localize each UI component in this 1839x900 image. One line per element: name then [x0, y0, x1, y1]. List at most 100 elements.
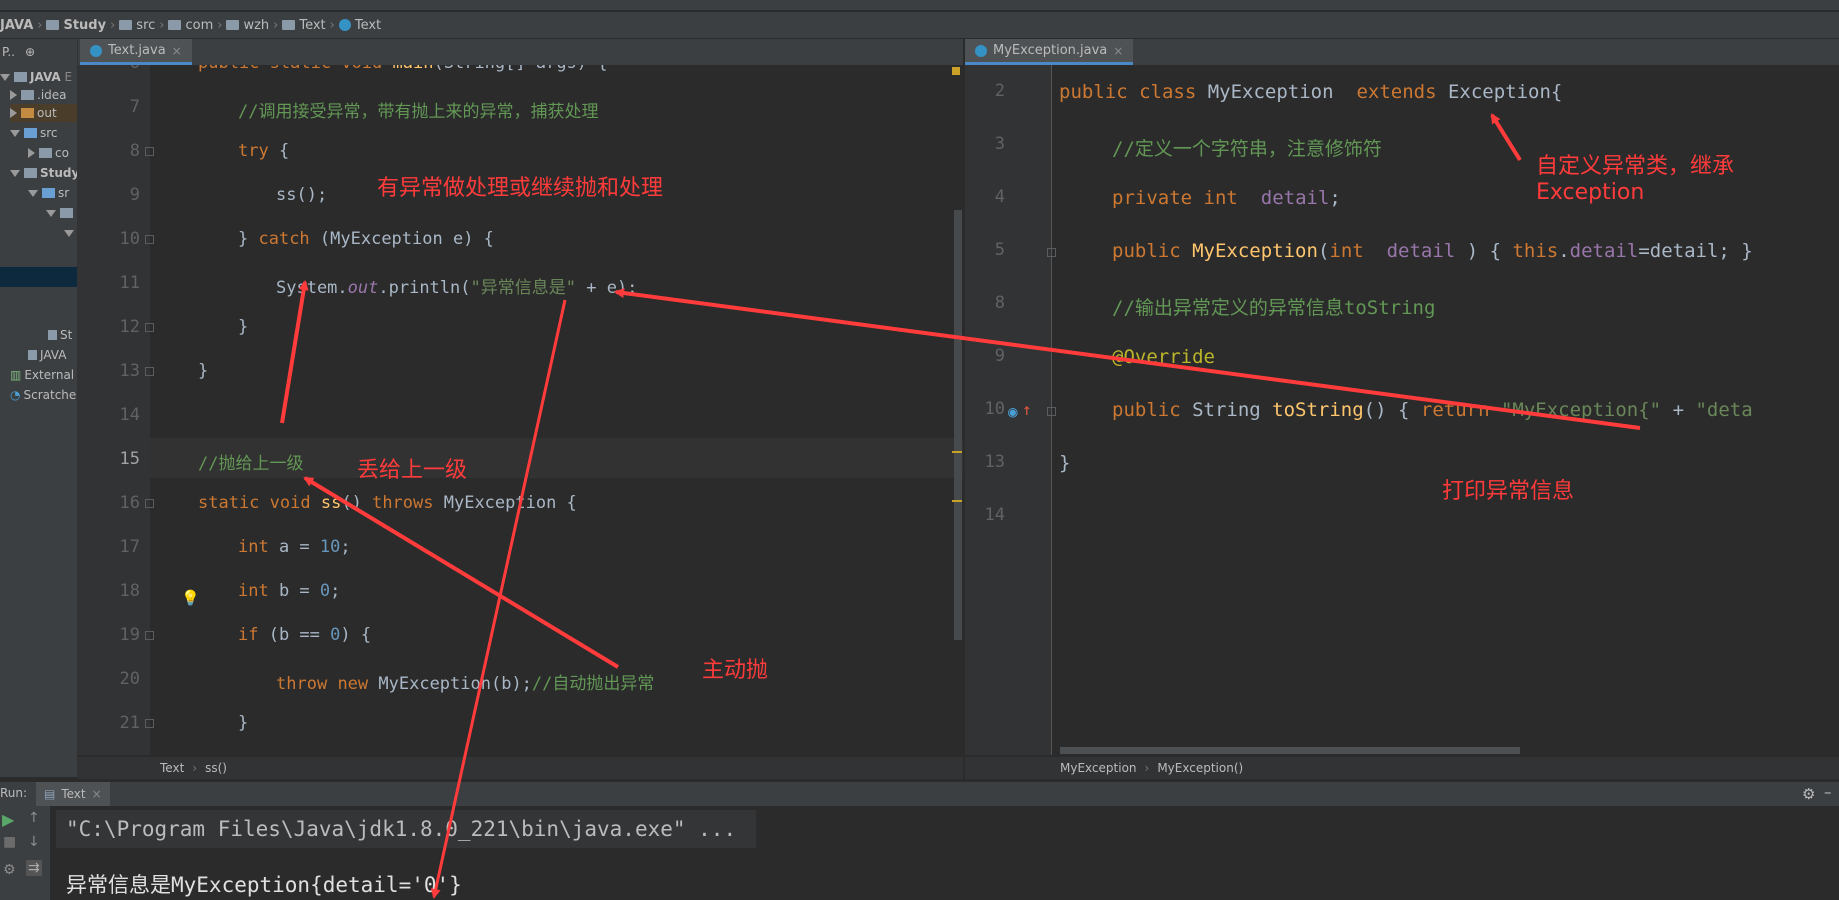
line-number: 17: [119, 537, 140, 557]
project-tool-title[interactable]: P.. ⊕: [2, 43, 35, 61]
tree-item-scratches[interactable]: ◔ Scratche: [10, 386, 76, 404]
run-actions-toolbar: ▶ ↑ ■ ↓ ⇉ ⚙: [0, 806, 50, 900]
tree-item-idea[interactable]: .idea: [10, 86, 67, 104]
nav-crumb-class-text[interactable]: Text: [338, 18, 381, 33]
tree-item-sr[interactable]: sr: [28, 184, 69, 202]
breadcrumb-class[interactable]: Text: [160, 761, 184, 775]
line-number: 10: [984, 399, 1005, 419]
code-line: System.out.println("异常信息是" + e);: [276, 278, 638, 298]
close-icon[interactable]: ×: [172, 44, 182, 58]
rerun-icon[interactable]: ▶: [2, 810, 14, 829]
nav-crumb-wzh[interactable]: wzh: [226, 18, 269, 33]
line-number: 13: [984, 452, 1005, 472]
line-number: 4: [994, 187, 1005, 207]
code-line: }: [238, 317, 249, 337]
chevron-right-icon: ›: [110, 17, 116, 33]
run-tab-label: Text: [61, 787, 86, 801]
breadcrumb-method[interactable]: ss(): [205, 761, 227, 775]
fold-icon[interactable]: [145, 367, 154, 376]
nav-crumb-package-text[interactable]: Text: [282, 18, 326, 33]
tree-item-package[interactable]: [46, 204, 76, 222]
fold-icon[interactable]: [145, 719, 154, 728]
nav-crumb-src[interactable]: src: [119, 18, 155, 33]
tree-item-java-file[interactable]: JAVA: [28, 346, 66, 364]
tree-item-src[interactable]: src: [10, 124, 58, 142]
expanded-icon: [28, 189, 38, 197]
tree-selection[interactable]: [0, 267, 77, 287]
close-icon[interactable]: ×: [92, 787, 102, 801]
left-code-editor[interactable]: 6 7 8 9 10 11 12 13 14 15 16 17 18 19 20…: [78, 65, 963, 755]
line-number: 3: [994, 134, 1005, 154]
right-tab-bar: MyException.java ×: [965, 39, 1839, 65]
arrow-down-icon[interactable]: ↓: [28, 834, 40, 850]
class-icon: [338, 19, 351, 31]
code-line: public static void main(String[] args) {: [198, 65, 608, 73]
tab-label: Text.java: [108, 43, 166, 58]
override-icon[interactable]: ◉: [1008, 402, 1018, 421]
annotation-print-info: 打印异常信息: [1442, 479, 1575, 504]
tree-item-st[interactable]: St: [48, 326, 72, 344]
close-icon[interactable]: ×: [1113, 44, 1123, 58]
fold-icon[interactable]: [1047, 248, 1056, 257]
code-line: @Override: [1112, 346, 1215, 368]
tab-text-java[interactable]: Text.java ×: [80, 39, 192, 65]
horizontal-scrollbar[interactable]: [1060, 747, 1520, 754]
console-icon: ▤: [44, 787, 56, 801]
code-line: } catch (MyException e) {: [238, 229, 494, 249]
library-icon: ▥: [10, 368, 22, 382]
tree-item-sub[interactable]: [64, 224, 77, 242]
annotation-throw-up: 丢给上一级: [357, 458, 468, 483]
soft-wrap-icon[interactable]: ⇉: [26, 860, 42, 876]
collapsed-icon: [10, 90, 17, 100]
code-line: }: [198, 361, 209, 381]
vertical-scrollbar[interactable]: [954, 210, 962, 640]
lightbulb-icon[interactable]: 💡: [181, 589, 200, 607]
line-number: 2: [994, 81, 1005, 101]
right-editor-breadcrumb: MyException › MyException(): [965, 757, 1839, 779]
tree-item-external[interactable]: ▥ External: [10, 366, 74, 384]
nav-crumb-module[interactable]: Study: [46, 18, 106, 33]
tree-item-out[interactable]: out: [10, 104, 77, 122]
arrow-up-icon[interactable]: ↑: [28, 810, 40, 826]
chevron-right-icon: ›: [37, 17, 43, 33]
fold-icon[interactable]: [1047, 407, 1056, 416]
tree-item-java[interactable]: JAVA E: [0, 68, 72, 86]
tab-myexception-java[interactable]: MyException.java ×: [965, 39, 1134, 65]
fold-icon[interactable]: [145, 499, 154, 508]
code-line: public MyException(int detail ) { this.d…: [1112, 240, 1753, 262]
scratch-icon: ◔: [10, 388, 21, 402]
annotation-custom-class-line1: 自定义异常类，继承: [1536, 154, 1735, 179]
breadcrumb-method[interactable]: MyException(): [1157, 761, 1243, 775]
tree-item-co[interactable]: co: [28, 144, 69, 162]
line-number: 5: [994, 240, 1005, 260]
code-line: if (b == 0) {: [238, 625, 372, 645]
nav-crumb-com[interactable]: com: [168, 18, 213, 33]
run-label: Run:: [0, 786, 28, 800]
settings-icon[interactable]: ⚙: [3, 862, 16, 878]
gear-icon[interactable]: ⊕: [25, 45, 35, 59]
line-number: 8: [129, 141, 140, 161]
fold-icon[interactable]: [145, 631, 154, 640]
file-icon: [48, 330, 57, 340]
line-number: 11: [119, 273, 140, 293]
stop-icon[interactable]: ■: [3, 834, 16, 850]
folder-icon: [42, 188, 55, 198]
fold-icon[interactable]: [145, 147, 154, 156]
nav-crumb-project[interactable]: JAVA: [0, 18, 33, 33]
minimize-icon[interactable]: –: [1824, 783, 1832, 801]
line-number: 21: [119, 713, 140, 733]
line-number: 13: [119, 361, 140, 381]
tree-item-study[interactable]: Study: [10, 164, 77, 182]
fold-icon[interactable]: [145, 323, 154, 332]
fold-icon[interactable]: [145, 235, 154, 244]
breadcrumb-class[interactable]: MyException: [1060, 761, 1137, 775]
line-number: 9: [994, 346, 1005, 366]
code-line: //定义一个字符串，注意修饰符: [1112, 138, 1382, 160]
line-number: 18: [119, 581, 140, 601]
folder-icon: [21, 108, 34, 118]
folder-icon: [21, 90, 34, 100]
tab-label: MyException.java: [993, 43, 1108, 58]
warning-marker[interactable]: [952, 67, 960, 75]
run-tab-text[interactable]: ▤ Text ×: [36, 782, 110, 806]
gear-icon[interactable]: ⚙: [1802, 785, 1815, 803]
